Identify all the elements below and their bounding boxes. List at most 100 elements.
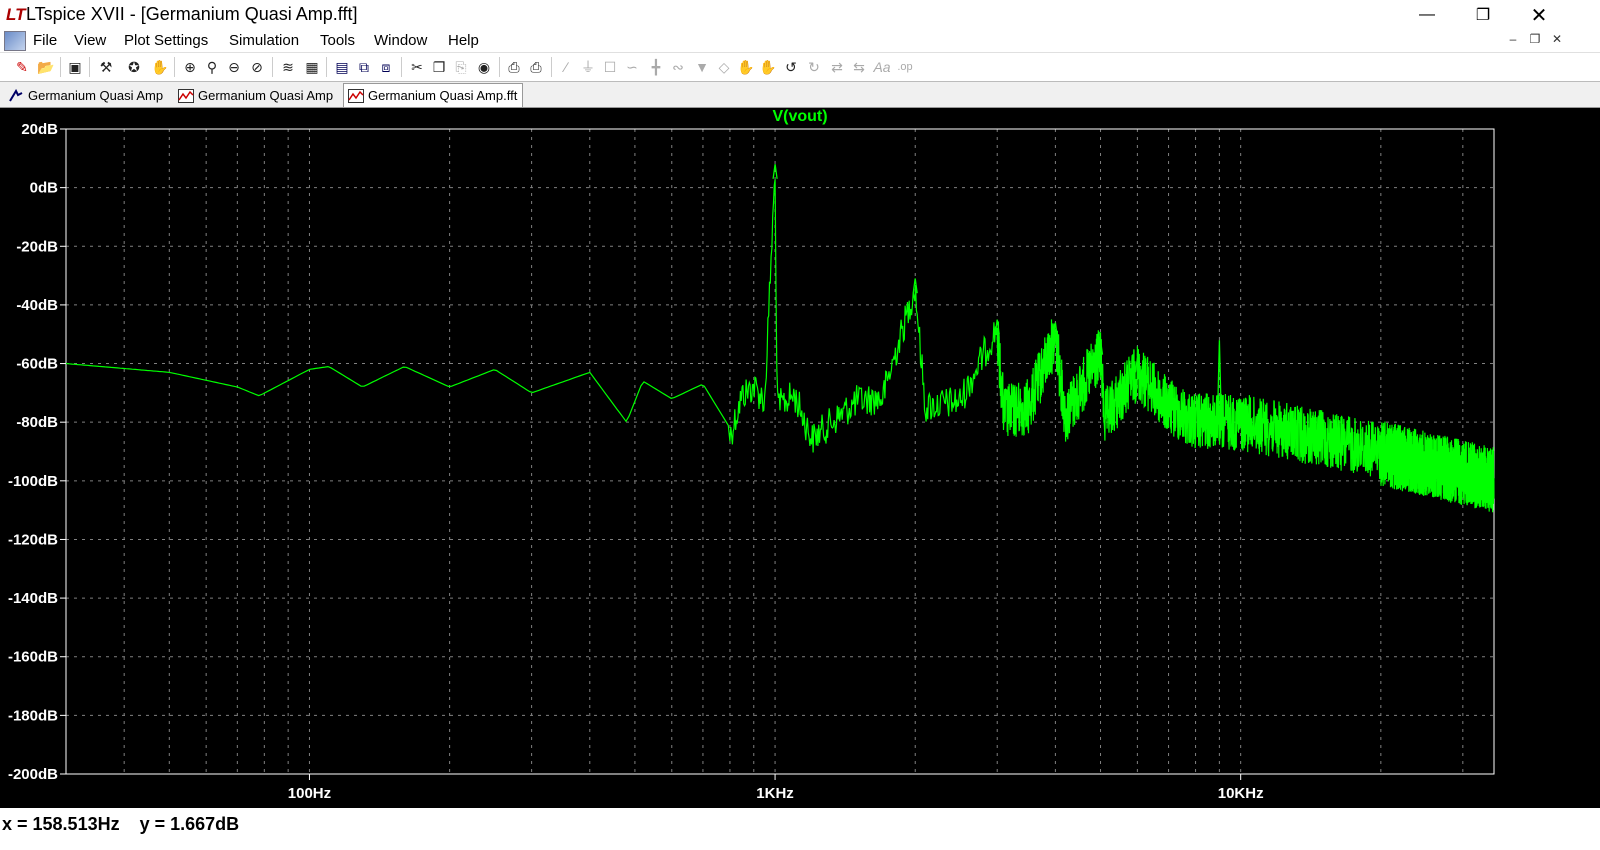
menu-plot-settings[interactable]: Plot Settings	[124, 32, 208, 49]
trace-layer	[65, 164, 1495, 513]
schematic-icon	[8, 88, 24, 103]
waveform-icon	[348, 88, 364, 103]
y-tick-label: -160dB	[8, 649, 58, 666]
plot-frame	[65, 128, 1495, 775]
y-tick-label: -20dB	[16, 238, 58, 255]
cursor-y-readout: y = 1.667dB	[139, 814, 240, 834]
print-icon[interactable]: ⎙	[526, 57, 546, 77]
label-net-icon[interactable]: ☐	[600, 57, 620, 77]
toolbar-separator	[89, 57, 90, 77]
menu-simulation[interactable]: Simulation	[229, 32, 299, 49]
mdi-restore-icon[interactable]: ❐	[1526, 32, 1544, 46]
ltspice-logo-icon: LT	[6, 5, 26, 24]
zoom-out-icon[interactable]: ⊖	[224, 57, 244, 77]
zoom-full-icon[interactable]: ⊘	[247, 57, 267, 77]
y-tick-label: -100dB	[8, 473, 58, 490]
zoom-in-icon[interactable]: ⊕	[180, 57, 200, 77]
plot-grid	[65, 128, 1494, 775]
inductor-icon[interactable]: ∾	[668, 57, 688, 77]
menu-window[interactable]: Window	[374, 32, 427, 49]
cursor-x-readout: x = 158.513Hz	[2, 814, 120, 834]
tab-label: Germanium Quasi Amp	[198, 88, 334, 103]
document-icon[interactable]	[4, 31, 26, 51]
y-tick-label: -60dB	[16, 356, 58, 373]
x-tick-label: 10KHz	[1218, 785, 1264, 802]
cut-icon[interactable]: ✂	[407, 57, 427, 77]
capacitor-icon[interactable]: ╋	[646, 57, 666, 77]
trace-name-label[interactable]: V(vout)	[0, 108, 1600, 126]
menu-file[interactable]: File	[33, 32, 57, 49]
undo-icon[interactable]: ↺	[781, 57, 801, 77]
tab-schematic[interactable]: Germanium Quasi Amp	[4, 85, 172, 106]
move-icon[interactable]: ✋	[736, 57, 756, 77]
x-axis-ticks: 100Hz1KHz10KHz100KHz	[288, 774, 1264, 802]
menu-tools[interactable]: Tools	[320, 32, 355, 49]
cursor-readout: x = 158.513Hz y = 1.667dB	[2, 814, 239, 835]
tab-waveform[interactable]: Germanium Quasi Amp	[174, 85, 342, 106]
wire-icon[interactable]: ∕	[556, 57, 576, 77]
run-icon[interactable]: ✪	[124, 57, 144, 77]
copy-icon[interactable]: ❐	[429, 57, 449, 77]
toolbar: ✎ 📂 ▣ ⚒ ✪ ✋ ⊕ ⚲ ⊖ ⊘ ≋ ▦ ▤ ⧉ ⧈ ✂ ❐ ⎘ ◉ ⎙ …	[0, 53, 1600, 82]
control-panel-icon[interactable]: ⚒	[96, 57, 116, 77]
zoom-pan-icon[interactable]: ⚲	[202, 57, 222, 77]
halt-icon[interactable]: ✋	[150, 57, 170, 77]
y-tick-label: -200dB	[8, 766, 58, 783]
toolbar-separator	[174, 57, 175, 77]
close-icon[interactable]: ✕	[1516, 0, 1562, 30]
toolbar-separator	[60, 57, 61, 77]
y-tick-label: -140dB	[8, 590, 58, 607]
text-icon[interactable]: Aa	[872, 57, 892, 77]
menu-bar: File View Plot Settings Simulation Tools…	[0, 30, 1600, 53]
ground-icon[interactable]: ⏚	[578, 57, 598, 77]
find-icon[interactable]: ◉	[474, 57, 494, 77]
toolbar-separator	[499, 57, 500, 77]
new-schematic-icon[interactable]: ✎	[12, 57, 32, 77]
autorange-icon[interactable]: ≋	[278, 57, 298, 77]
waveform-plot-pane[interactable]: 20dB 0dB -20dB -40dB -60dB -80dB -100dB -120dB -…	[0, 108, 1600, 808]
spice-directive-icon[interactable]: .op	[895, 57, 915, 77]
cascade-icon[interactable]: ⧉	[354, 57, 374, 77]
component-icon[interactable]: ◇	[714, 57, 734, 77]
mdi-minimize-icon[interactable]: –	[1504, 32, 1522, 46]
status-bar: x = 158.513Hz y = 1.667dB	[0, 808, 1600, 850]
open-folder-icon[interactable]: 📂	[36, 57, 56, 77]
toolbar-separator	[272, 57, 273, 77]
trace-v-vout	[65, 179, 1495, 513]
save-icon[interactable]: ▣	[65, 57, 85, 77]
waveform-icon	[178, 88, 194, 103]
title-bar: LT LTspice XVII - [Germanium Quasi Amp.f…	[0, 0, 1600, 30]
grid-icon[interactable]: ▦	[302, 57, 322, 77]
menu-view[interactable]: View	[74, 32, 106, 49]
tab-label: Germanium Quasi Amp.fft	[368, 88, 518, 103]
toolbar-separator	[326, 57, 327, 77]
resistor-icon[interactable]: ∽	[622, 57, 642, 77]
maximize-icon[interactable]: ❐	[1460, 0, 1506, 30]
print-preview-icon[interactable]: ⎙	[504, 57, 524, 77]
minimize-icon[interactable]: —	[1404, 0, 1450, 30]
y-tick-label: -180dB	[8, 707, 58, 724]
tab-fft[interactable]: Germanium Quasi Amp.fft	[343, 83, 523, 107]
y-tick-label: -80dB	[16, 414, 58, 431]
x-tick-label: 100Hz	[288, 785, 331, 802]
paste-icon[interactable]: ⎘	[451, 57, 471, 77]
y-tick-label: 0dB	[30, 180, 59, 197]
diode-icon[interactable]: ▼	[692, 57, 712, 77]
window-title: LTspice XVII - [Germanium Quasi Amp.fft]	[26, 4, 358, 24]
y-tick-label: -40dB	[16, 297, 58, 314]
y-tick-label: -120dB	[8, 531, 58, 548]
mdi-close-icon[interactable]: ✕	[1548, 32, 1566, 46]
tile-vertical-icon[interactable]: ⧈	[376, 57, 396, 77]
toolbar-separator	[401, 57, 402, 77]
x-tick-label: 1KHz	[756, 785, 794, 802]
tile-horizontal-icon[interactable]: ▤	[332, 57, 352, 77]
redo-icon[interactable]: ↻	[804, 57, 824, 77]
mirror-icon[interactable]: ⇆	[849, 57, 869, 77]
tab-label: Germanium Quasi Amp	[28, 88, 164, 103]
toolbar-separator	[551, 57, 552, 77]
document-tab-bar: Germanium Quasi Amp Germanium Quasi Amp …	[0, 82, 1600, 108]
menu-help[interactable]: Help	[448, 32, 479, 49]
fft-chart[interactable]: 20dB0dB-20dB-40dB-60dB-80dB-100dB-120dB-…	[0, 108, 1600, 808]
rotate-icon[interactable]: ⇄	[827, 57, 847, 77]
drag-icon[interactable]: ✋	[758, 57, 778, 77]
